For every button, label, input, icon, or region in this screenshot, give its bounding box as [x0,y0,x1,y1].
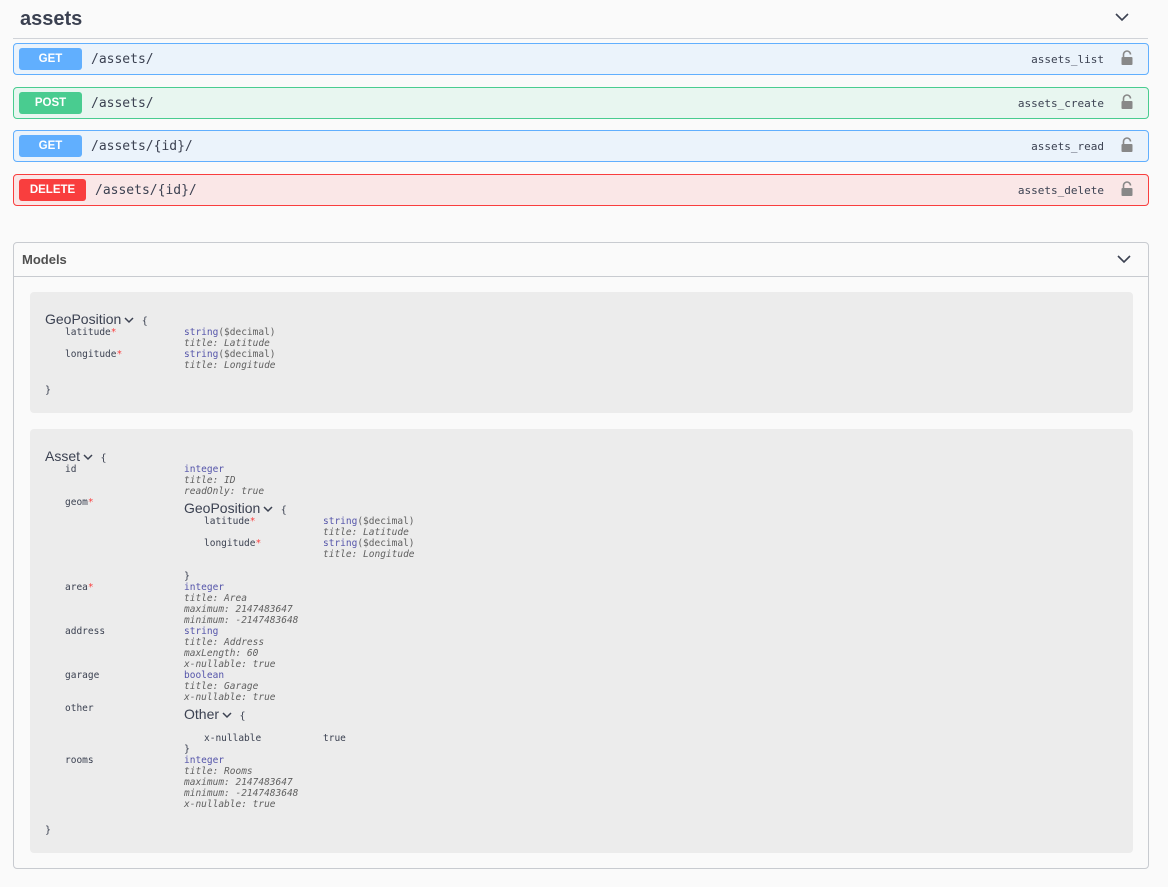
property-name: id [65,464,77,475]
property-type: integer [184,755,225,766]
required-mark: * [110,327,117,338]
property-name: rooms [65,755,94,766]
property-name: longitude* [204,538,262,549]
property-meta: minimum: -2147483648 [184,615,299,626]
operation-path: /assets/{id}/ [91,138,193,154]
chevron-down-icon[interactable] [222,711,232,719]
opblock-post-assets-create[interactable]: POST /assets/ assets_create [13,87,1149,119]
operation-path: /assets/ [91,95,154,111]
opblock-delete-assets-delete[interactable]: DELETE /assets/{id}/ assets_delete [13,174,1149,206]
property-type: string($decimal) [184,327,276,338]
property-meta: readOnly: true [184,486,265,497]
model-name: Other [184,706,220,722]
open-brace: { [141,316,148,327]
property-meta: minimum: -2147483648 [184,788,299,799]
property-name: area* [65,582,94,593]
property-name: x-nullable [204,733,262,744]
close-brace: } [184,571,191,582]
model-name: Asset [45,448,81,464]
lock-icon[interactable] [1120,137,1134,153]
property-meta: x-nullable: true [184,692,276,703]
tag-header-assets[interactable]: assets [13,0,1148,39]
method-badge: GET [19,135,82,157]
property-meta: title: Garage [184,681,259,692]
property-value: true [323,733,346,744]
property-meta: title: Latitude [323,527,409,538]
model-card-asset: Asset { id integer title: ID readOnly: t… [30,429,1133,853]
chevron-down-icon[interactable] [1114,9,1130,25]
property-meta: maximum: 2147483647 [184,604,293,615]
property-meta: title: Rooms [184,766,253,777]
chevron-down-icon[interactable] [124,316,134,324]
chevron-down-icon[interactable] [83,453,93,461]
operation-path: /assets/{id}/ [95,182,197,198]
model-name: GeoPosition [45,311,122,327]
opblock-get-assets-list[interactable]: GET /assets/ assets_list [13,43,1149,75]
property-meta: maximum: 2147483647 [184,777,293,788]
required-mark: * [116,349,123,360]
models-title: Models [22,252,67,267]
property-type: string($decimal) [184,349,276,360]
property-meta: title: Latitude [184,338,270,349]
operation-id: assets_delete [1017,183,1104,197]
property-name: address [65,626,106,637]
close-brace: } [45,385,52,396]
required-mark: * [87,497,94,508]
property-name: garage [65,670,100,681]
opblock-get-assets-read[interactable]: GET /assets/{id}/ assets_read [13,130,1149,162]
chevron-down-icon[interactable] [1116,251,1132,267]
close-brace: } [184,744,191,755]
property-name: latitude* [65,327,117,338]
operation-id: assets_read [1031,139,1104,153]
property-meta: x-nullable: true [184,659,276,670]
property-name: latitude* [204,516,256,527]
models-section: Models GeoPosition { latitude* string($d… [13,242,1149,869]
property-name: other [65,703,94,714]
property-name: longitude* [65,349,123,360]
property-meta: title: Longitude [323,549,415,560]
required-mark: * [87,582,94,593]
property-type: integer [184,464,225,475]
tag-title: assets [20,7,83,30]
property-meta: title: Address [184,637,265,648]
operation-id: assets_create [1017,96,1104,110]
nested-model-title-row[interactable]: Other { [184,706,246,724]
required-mark: * [249,516,256,527]
operation-id: assets_list [1031,52,1104,66]
method-badge: DELETE [19,179,86,201]
property-type: string($decimal) [323,516,415,527]
property-meta: maxLength: 60 [184,648,259,659]
open-brace: { [100,453,107,464]
open-brace: { [280,505,287,516]
model-card-geoposition: GeoPosition { latitude* string($decimal)… [30,292,1133,413]
property-name: geom* [65,497,94,508]
models-header[interactable]: Models [14,243,1148,277]
lock-icon[interactable] [1120,50,1134,66]
property-type: integer [184,582,225,593]
required-mark: * [255,538,262,549]
property-type: string [184,626,219,637]
operation-path: /assets/ [91,51,154,67]
property-meta: x-nullable: true [184,799,276,810]
property-type: string($decimal) [323,538,415,549]
property-meta: title: Area [184,593,247,604]
close-brace: } [45,825,52,836]
lock-icon[interactable] [1120,94,1134,110]
property-meta: title: ID [184,475,236,486]
method-badge: POST [19,92,82,114]
property-meta: title: Longitude [184,360,276,371]
lock-icon[interactable] [1120,181,1134,197]
open-brace: { [239,711,246,722]
chevron-down-icon[interactable] [263,505,273,513]
property-type: boolean [184,670,225,681]
method-badge: GET [19,48,82,70]
model-name: GeoPosition [184,500,261,516]
